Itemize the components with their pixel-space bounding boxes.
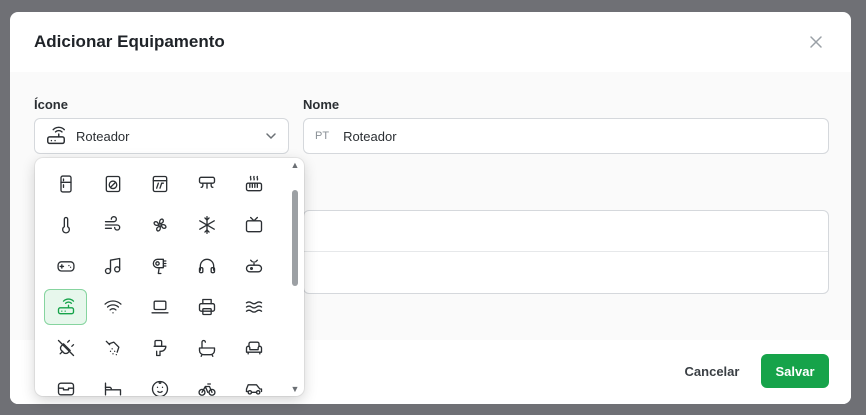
music-icon (104, 257, 120, 275)
oven-icon (152, 175, 167, 193)
name-input-value: Roteador (343, 128, 397, 144)
icon-option-waves[interactable] (232, 289, 275, 325)
gamepad-icon (56, 261, 75, 272)
bicycle-icon (197, 383, 216, 396)
icon-option-toilet[interactable] (138, 330, 181, 366)
save-button[interactable]: Salvar (761, 354, 829, 388)
icon-option-headphones[interactable] (185, 248, 228, 284)
dialog-header: Adicionar Equipamento (10, 12, 851, 72)
icon-option-bathtub[interactable] (185, 330, 228, 366)
icon-option-box[interactable] (44, 371, 87, 396)
sofa-icon (245, 341, 262, 355)
icon-option-car[interactable] (232, 371, 275, 396)
icon-option-shower[interactable] (91, 330, 134, 366)
wind-icon (104, 216, 120, 231)
icon-option-music[interactable] (91, 248, 134, 284)
air-conditioner-icon (198, 176, 215, 189)
thermometer-icon (61, 216, 70, 234)
shower-icon (105, 340, 119, 356)
printer-icon (198, 298, 215, 316)
laptop-icon (150, 300, 169, 314)
wifi-icon (103, 300, 122, 314)
fan-icon (152, 218, 167, 232)
name-input[interactable]: PT Roteador (303, 118, 829, 154)
icon-option-gamepad[interactable] (44, 248, 87, 284)
scroll-up-arrow[interactable]: ▲ (290, 160, 300, 170)
cancel-button[interactable]: Cancelar (674, 354, 750, 388)
icon-grid (44, 166, 275, 396)
tv-icon (245, 216, 262, 233)
icon-option-washing-machine[interactable] (91, 166, 134, 202)
icon-option-snowflake[interactable] (185, 207, 228, 243)
icon-option-fan[interactable] (138, 207, 181, 243)
icon-select[interactable]: Roteador (34, 118, 289, 154)
bed-icon (104, 382, 121, 396)
car-icon (245, 384, 262, 395)
icon-option-air-conditioner[interactable] (185, 166, 228, 202)
router-icon (57, 298, 74, 315)
icon-option-wind[interactable] (91, 207, 134, 243)
icon-option-laptop[interactable] (138, 289, 181, 325)
icon-select-value: Roteador (76, 128, 130, 144)
scroll-down-arrow[interactable]: ▼ (290, 384, 300, 394)
hair-dryer-icon (152, 258, 166, 275)
fridge-icon (59, 175, 72, 193)
icon-option-printer[interactable] (185, 289, 228, 325)
bathtub-icon (198, 339, 215, 357)
description-field[interactable] (303, 210, 829, 294)
icon-option-wifi[interactable] (91, 289, 134, 325)
box-icon (57, 382, 74, 396)
icon-option-plug-off[interactable] (44, 330, 87, 366)
toilet-icon (153, 339, 166, 357)
plug-off-icon (57, 339, 74, 357)
close-button[interactable] (805, 31, 827, 53)
icon-option-bicycle[interactable] (185, 371, 228, 396)
icon-option-baby[interactable] (138, 371, 181, 396)
icon-option-heater[interactable] (232, 166, 275, 202)
robot-vacuum-icon (245, 259, 262, 273)
dialog-title: Adicionar Equipamento (34, 32, 225, 51)
washing-machine-icon (105, 175, 120, 193)
baby-icon (151, 380, 168, 396)
language-prefix: PT (315, 130, 330, 142)
close-icon (810, 36, 822, 48)
headphones-icon (198, 258, 215, 274)
icon-option-bed[interactable] (91, 371, 134, 396)
scroll-thumb[interactable] (292, 190, 298, 286)
field-divider (304, 251, 828, 252)
heater-icon (245, 175, 262, 192)
dropdown-scrollbar[interactable]: ▲ ▼ (290, 160, 300, 394)
icon-option-robot-vacuum[interactable] (232, 248, 275, 284)
snowflake-icon (198, 216, 215, 234)
icon-option-tv[interactable] (232, 207, 275, 243)
router-icon (47, 126, 65, 145)
chevron-down-icon (266, 133, 276, 140)
name-field-label: Nome (303, 97, 340, 112)
icon-option-router[interactable] (44, 289, 87, 325)
icon-dropdown: ▲ ▼ (35, 158, 304, 396)
waves-icon (245, 301, 262, 313)
icon-option-sofa[interactable] (232, 330, 275, 366)
icon-field-label: Ícone (34, 97, 68, 112)
icon-option-hair-dryer[interactable] (138, 248, 181, 284)
icon-option-thermometer[interactable] (44, 207, 87, 243)
icon-option-fridge[interactable] (44, 166, 87, 202)
icon-option-oven[interactable] (138, 166, 181, 202)
